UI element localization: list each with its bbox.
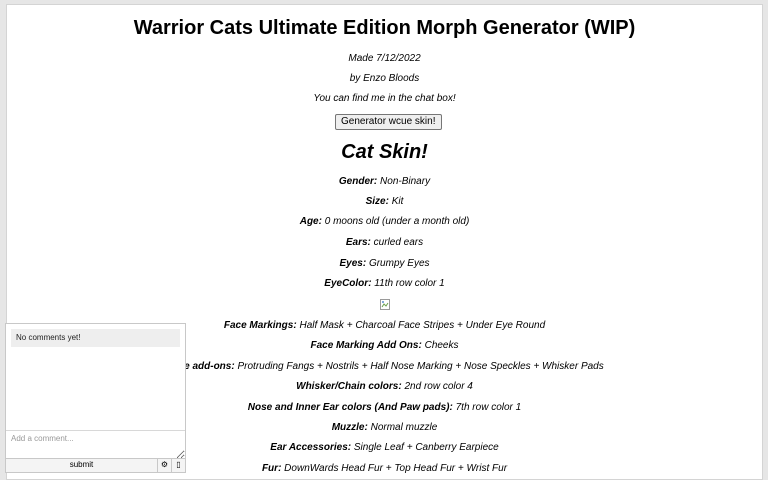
trait-value: Normal muzzle <box>367 422 438 433</box>
trait-label: Muzzle <box>331 422 365 433</box>
trait-label: Age <box>299 216 319 227</box>
trait-age: Age: 0 moons old (under a month old) <box>299 216 470 227</box>
trait-value: 7th row color 1 <box>452 402 522 413</box>
trait-value: Single Leaf + Canberry Earpiece <box>351 442 499 453</box>
comment-input[interactable] <box>6 431 185 459</box>
trait-value: 2nd row color 4 <box>401 381 473 392</box>
trait-label: Ear Accessories <box>270 442 348 453</box>
cat-skin-heading: Cat Skin! <box>341 141 428 163</box>
trait-label: Size <box>365 196 386 207</box>
contact-note: You can find me in the chat box! <box>313 93 456 104</box>
trait-value: Half Mask + Charcoal Face Stripes + Unde… <box>296 320 546 331</box>
trait-value: Non-Binary <box>377 176 431 187</box>
made-date: Made 7/12/2022 <box>348 53 421 64</box>
trait-eyecolor: EyeColor: 11th row color 1 <box>324 278 445 289</box>
trait-label: Eyes <box>339 258 363 269</box>
trait-label: Nose and Inner Ear colors (And Paw pads) <box>247 402 450 413</box>
author-credit: by Enzo Bloods <box>349 73 420 84</box>
trait-label: Ears <box>345 237 368 248</box>
trait-value: 11th row color 1 <box>371 278 445 289</box>
trait-ears: Ears: curled ears <box>345 237 424 248</box>
broken-image-icon <box>380 299 390 310</box>
page-title: Warrior Cats Ultimate Edition Morph Gene… <box>133 17 636 39</box>
trait-value: Kit <box>388 196 404 207</box>
trait-label: Face Markings <box>223 320 294 331</box>
comment-widget: No comments yet! submit ⚙ ▯ <box>5 323 186 473</box>
trait-eyes: Eyes: Grumpy Eyes <box>339 258 430 269</box>
trait-label: Whisker/Chain colors <box>296 381 399 392</box>
comment-list[interactable]: No comments yet! <box>6 324 185 431</box>
trait-gender: Gender: Non-Binary <box>338 176 431 187</box>
trait-value: DownWards Head Fur + Top Head Fur + Wris… <box>281 463 508 474</box>
comment-toolbar: submit ⚙ ▯ <box>6 458 185 472</box>
no-comments-message: No comments yet! <box>11 329 180 347</box>
gear-icon[interactable]: ⚙ <box>157 459 171 472</box>
expand-icon[interactable]: ▯ <box>171 459 185 472</box>
trait-size: Size: Kit <box>365 196 404 207</box>
trait-value: curled ears <box>370 237 424 248</box>
generate-skin-button[interactable]: Generator wcue skin! <box>335 114 442 130</box>
trait-label: EyeColor <box>324 278 369 289</box>
trait-value: Protruding Fangs + Nostrils + Half Nose … <box>234 361 604 372</box>
trait-label: Face Marking Add Ons <box>310 340 419 351</box>
trait-label: Fur <box>261 463 279 474</box>
trait-label: Gender <box>338 176 374 187</box>
submit-comment-button[interactable]: submit <box>6 459 157 472</box>
trait-value: Grumpy Eyes <box>366 258 430 269</box>
trait-value: Cheeks <box>421 340 459 351</box>
trait-value: 0 moons old (under a month old) <box>321 216 470 227</box>
